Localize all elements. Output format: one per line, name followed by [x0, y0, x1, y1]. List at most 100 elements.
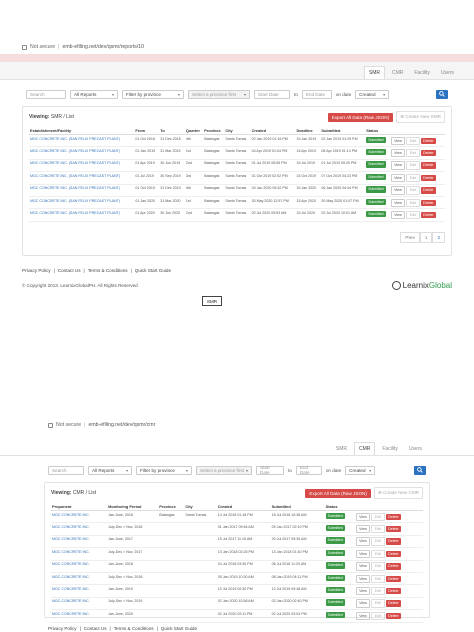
- tab-cmr[interactable]: CMR: [353, 442, 376, 455]
- facility-link[interactable]: MGC CONCRETE INC. (SAN FELIX PRECAST PLA…: [29, 171, 135, 185]
- address-bar[interactable]: Not secure | emb-efiling.net/dev/qsmr/re…: [0, 40, 474, 54]
- view-button[interactable]: View: [390, 148, 406, 158]
- delete-button[interactable]: Delete: [420, 199, 436, 206]
- delete-button[interactable]: Delete: [385, 575, 401, 582]
- city-select[interactable]: Select a province first ▾: [196, 465, 252, 475]
- tab-facility[interactable]: Facility: [410, 67, 434, 79]
- guide-link[interactable]: Quick Start Guide: [161, 626, 197, 631]
- start-date-input[interactable]: Start Date: [254, 89, 290, 99]
- facility-link[interactable]: MGC CONCRETE INC.: [51, 547, 108, 561]
- edit-button[interactable]: Edit: [406, 210, 420, 220]
- view-button[interactable]: View: [355, 574, 371, 583]
- facility-link[interactable]: MGC CONCRETE INC. (SAN FELIX PRECAST PLA…: [29, 208, 135, 222]
- delete-button[interactable]: Delete: [385, 550, 401, 558]
- view-button[interactable]: View: [355, 562, 371, 571]
- page-2-button[interactable]: 2: [432, 231, 445, 243]
- tab-cmr[interactable]: CMR: [388, 67, 407, 79]
- tab-users[interactable]: Users: [437, 67, 458, 79]
- tab-smr[interactable]: SMR: [332, 443, 351, 455]
- terms-link[interactable]: Terms & Conditions: [114, 626, 154, 631]
- start-date-input[interactable]: Start Date: [256, 465, 284, 475]
- facility-link[interactable]: MGC CONCRETE INC.: [51, 560, 108, 574]
- edit-button[interactable]: Edit: [406, 186, 420, 195]
- search-input[interactable]: Search: [48, 465, 84, 475]
- search-input[interactable]: Search: [26, 89, 66, 99]
- edit-button[interactable]: Edit: [371, 524, 385, 534]
- report-select[interactable]: All Reports ▾: [70, 89, 118, 99]
- city-select[interactable]: Select a province first ▾: [188, 89, 250, 99]
- delete-button[interactable]: Delete: [385, 538, 401, 545]
- privacy-link[interactable]: Privacy Policy: [22, 268, 51, 273]
- report-select[interactable]: All Reports ▾: [88, 465, 132, 475]
- create-new-button[interactable]: ⊕ Create New CMR: [373, 487, 423, 499]
- view-button[interactable]: View: [355, 512, 371, 521]
- delete-button[interactable]: Delete: [385, 612, 401, 620]
- view-button[interactable]: View: [390, 186, 406, 195]
- guide-link[interactable]: Quick Start Guide: [135, 268, 171, 273]
- address-bar[interactable]: Not secure | emb-efiling.net/dev/qsmr/cm…: [0, 418, 474, 432]
- facility-link[interactable]: MGC CONCRETE INC.: [51, 584, 108, 598]
- delete-button[interactable]: Delete: [385, 587, 401, 595]
- date-field-select[interactable]: Created ▾: [355, 89, 390, 99]
- view-button[interactable]: View: [355, 524, 371, 534]
- tab-smr[interactable]: SMR: [363, 66, 385, 79]
- view-button[interactable]: View: [355, 586, 371, 596]
- facility-link[interactable]: MGC CONCRETE INC. (SAN FELIX PRECAST PLA…: [29, 146, 135, 160]
- export-button[interactable]: Export All Data (Raw JSON): [305, 488, 371, 498]
- province-select[interactable]: Filter by province ▾: [136, 465, 192, 475]
- prev-page-button[interactable]: Prev: [400, 231, 420, 243]
- view-button[interactable]: View: [390, 198, 406, 207]
- tab-facility[interactable]: Facility: [378, 443, 402, 455]
- delete-button[interactable]: Delete: [385, 563, 401, 570]
- facility-link[interactable]: MGC CONCRETE INC. (SAN FELIX PRECAST PLA…: [29, 184, 135, 198]
- facility-link[interactable]: MGC CONCRETE INC.: [51, 597, 108, 611]
- search-button[interactable]: [414, 465, 426, 475]
- privacy-link[interactable]: Privacy Policy: [48, 626, 77, 631]
- facility-link[interactable]: MGC CONCRETE INC. (SAN FELIX PRECAST PLA…: [29, 159, 135, 173]
- end-date-input[interactable]: End Date: [295, 465, 322, 475]
- delete-button[interactable]: Delete: [420, 211, 436, 219]
- view-button[interactable]: View: [355, 549, 371, 559]
- contact-link[interactable]: Contact Us: [58, 268, 81, 273]
- delete-button[interactable]: Delete: [420, 174, 436, 182]
- view-button[interactable]: View: [355, 599, 371, 608]
- terms-link[interactable]: Terms & Conditions: [88, 268, 128, 273]
- facility-link[interactable]: MGC CONCRETE INC.: [51, 522, 108, 536]
- edit-button[interactable]: Edit: [371, 512, 385, 521]
- delete-button[interactable]: Delete: [420, 162, 436, 169]
- view-button[interactable]: View: [355, 611, 371, 621]
- edit-button[interactable]: Edit: [371, 537, 385, 546]
- edit-button[interactable]: Edit: [406, 136, 420, 145]
- edit-button[interactable]: Edit: [406, 173, 420, 183]
- province-select[interactable]: Filter by province ▾: [122, 89, 184, 99]
- facility-link[interactable]: MGC CONCRETE INC.: [51, 572, 108, 586]
- view-button[interactable]: View: [390, 173, 406, 183]
- delete-button[interactable]: Delete: [385, 513, 401, 520]
- delete-button[interactable]: Delete: [385, 525, 401, 533]
- create-new-button[interactable]: ⊕ Create New SMR: [396, 111, 445, 123]
- edit-button[interactable]: Edit: [371, 549, 385, 559]
- view-button[interactable]: View: [390, 210, 406, 220]
- end-date-input[interactable]: End Date: [301, 89, 332, 99]
- delete-button[interactable]: Delete: [420, 187, 436, 194]
- search-button[interactable]: [436, 89, 448, 99]
- view-button[interactable]: View: [355, 537, 371, 546]
- page-1-button[interactable]: 1: [419, 231, 433, 243]
- edit-button[interactable]: Edit: [406, 161, 420, 170]
- edit-button[interactable]: Edit: [371, 611, 385, 621]
- view-button[interactable]: View: [390, 136, 406, 145]
- edit-button[interactable]: Edit: [371, 599, 385, 608]
- edit-button[interactable]: Edit: [371, 586, 385, 596]
- url-text[interactable]: emb-efiling.net/dev/qsmr/cmr: [88, 422, 155, 428]
- delete-button[interactable]: Delete: [385, 600, 401, 607]
- edit-button[interactable]: Edit: [406, 198, 420, 207]
- facility-link[interactable]: MGC CONCRETE INC.: [51, 510, 108, 524]
- view-button[interactable]: View: [390, 161, 406, 170]
- date-field-select[interactable]: Created ▾: [345, 465, 376, 475]
- delete-button[interactable]: Delete: [420, 149, 436, 157]
- edit-button[interactable]: Edit: [406, 148, 420, 158]
- url-text[interactable]: emb-efiling.net/dev/qsmr/reports/10: [62, 44, 144, 50]
- edit-button[interactable]: Edit: [371, 574, 385, 583]
- delete-button[interactable]: Delete: [420, 137, 436, 144]
- facility-link[interactable]: MGC CONCRETE INC.: [51, 535, 108, 549]
